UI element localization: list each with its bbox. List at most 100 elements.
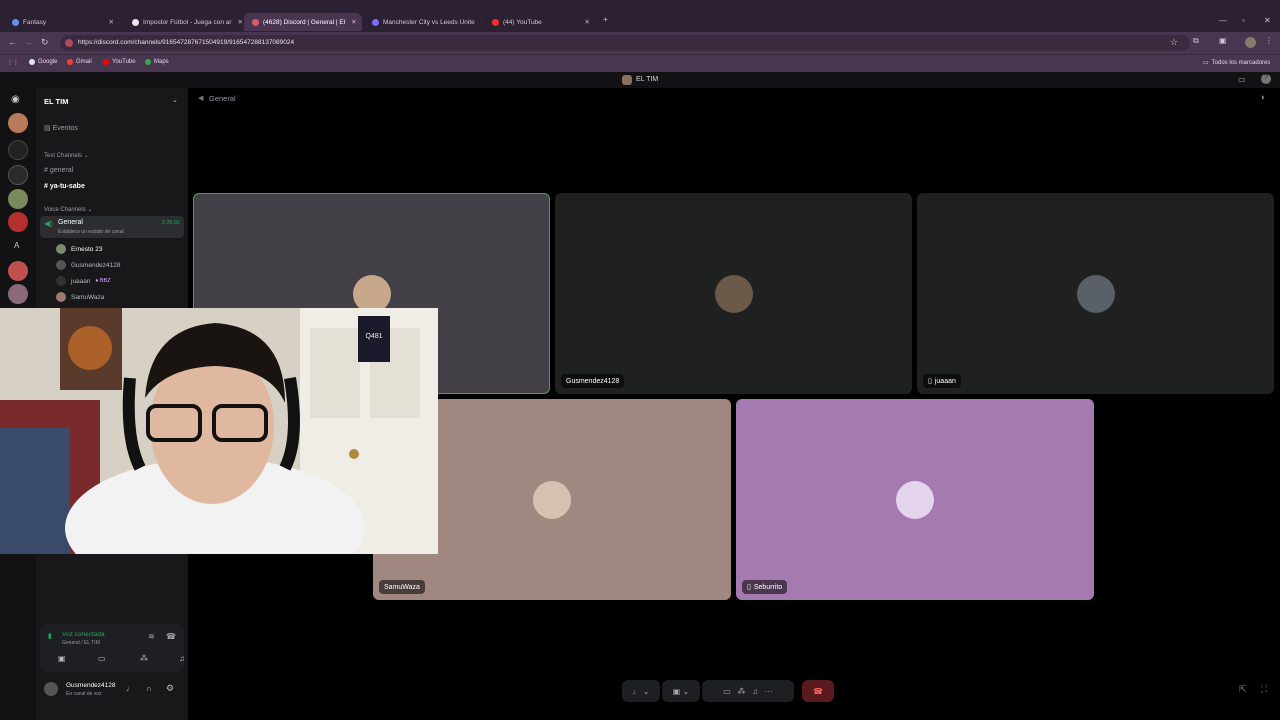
participant-tile[interactable]: ▯ Seburrito — [736, 399, 1094, 600]
maximize-icon[interactable]: ▫ — [1242, 16, 1245, 25]
bookmark-youtube[interactable]: YouTube — [103, 59, 136, 65]
browser-tab[interactable]: Impostor Fútbol - Juega con ar ✕ — [124, 13, 242, 31]
server-icon[interactable] — [8, 189, 28, 209]
site-icon — [65, 39, 73, 47]
user-status: En canal de voz — [66, 691, 102, 697]
close-window-icon[interactable]: ✕ — [1264, 16, 1271, 25]
participant-tile[interactable]: ▯ juaaan — [917, 193, 1274, 394]
close-tab-icon[interactable]: ✕ — [475, 18, 482, 26]
screen-share-icon[interactable]: ▭ — [723, 687, 731, 696]
close-tab-icon[interactable]: ✕ — [103, 18, 114, 26]
tab-label: (44) YouTube — [503, 18, 542, 26]
activities-icon[interactable]: ⁂ — [140, 654, 148, 663]
mute-button[interactable]: ♩ ⌄ — [622, 680, 660, 702]
server-icon[interactable] — [8, 113, 28, 133]
close-tab-icon[interactable]: ✕ — [579, 18, 590, 26]
screen-share-icon[interactable]: ▭ — [98, 654, 106, 663]
profile-avatar[interactable] — [1245, 37, 1256, 48]
activities-icon[interactable]: ⁂ — [737, 687, 745, 696]
tab-label: Manchester City vs Leeds Unite — [383, 18, 475, 26]
menu-icon[interactable]: ⋮ — [1265, 36, 1273, 45]
bookmark-star-icon[interactable]: ☆ — [1170, 37, 1178, 48]
user-name[interactable]: Gusmendez4128 — [66, 682, 116, 689]
participant-name: SamuWaza — [379, 580, 425, 594]
avatar[interactable] — [44, 682, 58, 696]
user-tag-text: BBZ — [99, 278, 111, 284]
youtube-icon — [103, 59, 109, 65]
participant-name-text: juaaan — [934, 377, 956, 385]
bookmark-gmail[interactable]: Gmail — [67, 59, 92, 65]
soundboard-icon[interactable]: ♫ — [179, 654, 185, 663]
events-item[interactable]: ▤ Eventos — [44, 124, 78, 132]
help-icon[interactable]: ? — [1261, 74, 1271, 84]
new-tab-icon[interactable]: + — [603, 15, 608, 24]
chevron-down-icon[interactable]: ⌄ — [172, 96, 178, 104]
channel-general[interactable]: # general — [44, 167, 73, 174]
category-text-channels[interactable]: Text Channels ⌄ — [44, 152, 89, 159]
browser-tab[interactable]: Fantasy ✕ — [4, 13, 122, 31]
browser-tab-bar: Fantasy ✕ Impostor Fútbol - Juega con ar… — [0, 0, 1280, 32]
apps-icon[interactable]: ⋮⋮ — [7, 59, 19, 66]
disconnect-icon[interactable]: ☎ — [166, 632, 176, 641]
close-tab-icon[interactable]: ✕ — [232, 18, 242, 26]
mobile-icon: ▯ — [928, 378, 932, 385]
server-icon[interactable] — [8, 212, 28, 232]
user-tag: ♦ BBZ — [95, 278, 111, 284]
channel-ya-tu-sabe[interactable]: # ya-tu-sabe — [44, 183, 85, 190]
bookmark-maps[interactable]: Maps — [145, 59, 169, 65]
reload-icon[interactable]: ↻ — [41, 37, 49, 48]
close-tab-icon[interactable]: ✕ — [345, 18, 356, 26]
browser-tab-active[interactable]: (4628) Discord | General | El ✕ — [244, 13, 362, 31]
camera-icon[interactable]: ▣ — [58, 654, 66, 663]
soundboard-icon[interactable]: ♫ — [752, 687, 758, 696]
discord-home-icon[interactable]: ◉ — [11, 94, 20, 105]
browser-tab[interactable]: (44) YouTube ✕ — [484, 13, 598, 31]
server-name[interactable]: EL TIM — [44, 97, 68, 106]
avatar — [56, 292, 66, 302]
camera-button[interactable]: ▣ ⌄ — [662, 680, 700, 702]
voice-user-name: juaaan — [71, 277, 91, 285]
fullscreen-icon[interactable]: ⛶ — [1261, 684, 1267, 695]
chat-icon[interactable]: ◗ — [1260, 92, 1265, 102]
activities-group[interactable]: ▭ ⁂ ♫ ··· — [702, 680, 794, 702]
voice-user-name: Gusmendez4128 — [71, 261, 121, 269]
forward-icon[interactable]: → — [24, 37, 33, 47]
category-voice-channels[interactable]: Voice Channels ⌄ — [44, 206, 92, 213]
bookmark-label: Maps — [154, 59, 169, 65]
server-icon[interactable] — [8, 140, 28, 160]
browser-tab[interactable]: Manchester City vs Leeds Unite ✕ — [364, 13, 482, 31]
disconnect-button[interactable]: ☎ — [802, 680, 834, 702]
server-initial-icon[interactable]: A — [14, 241, 19, 250]
bookmark-google[interactable]: Google — [29, 59, 57, 65]
voice-connected-sub[interactable]: General / EL TIM — [62, 640, 100, 646]
voice-user[interactable]: juaaan ♦ BBZ — [56, 276, 111, 286]
participant-tile[interactable]: Gusmendez4128 — [555, 193, 912, 394]
voice-channel-general[interactable]: ◀) General 3:26:02 Establece un estado d… — [40, 216, 184, 238]
voice-user[interactable]: Gusmendez4128 — [56, 260, 121, 270]
microphone-icon[interactable]: ♩ — [126, 684, 134, 693]
headphones-icon[interactable]: ∩ — [146, 684, 152, 693]
maps-icon — [145, 59, 151, 65]
tab-label: Impostor Fútbol - Juega con ar — [143, 18, 232, 26]
sidepanel-icon[interactable]: ▣ — [1219, 36, 1227, 45]
voice-user[interactable]: Ernesto 23 — [56, 244, 102, 254]
server-icon[interactable] — [8, 284, 28, 304]
voice-user[interactable]: SamuWaza — [56, 292, 104, 302]
server-icon[interactable] — [8, 165, 28, 185]
inbox-icon[interactable]: ▭ — [1238, 75, 1246, 84]
tab-favicon-icon — [252, 18, 259, 26]
signal-icon: ▮ — [48, 633, 52, 640]
all-bookmarks[interactable]: ▭ Todos los marcadores — [1203, 59, 1270, 67]
more-icon[interactable]: ··· — [765, 687, 773, 696]
voice-channel-status[interactable]: Establece un estado de canal — [58, 229, 124, 235]
popout-icon[interactable]: ⇱ — [1239, 684, 1247, 695]
avatar — [714, 274, 753, 313]
user-panel: Gusmendez4128 En canal de voz ♩ ∩ ⚙ — [40, 678, 184, 702]
settings-gear-icon[interactable]: ⚙ — [166, 683, 174, 694]
back-icon[interactable]: ← — [8, 37, 17, 47]
extensions-icon[interactable]: ⧉ — [1193, 36, 1199, 46]
minimize-icon[interactable]: — — [1219, 16, 1227, 25]
server-icon[interactable] — [8, 261, 28, 281]
noise-suppression-icon[interactable]: ≋ — [148, 632, 155, 641]
url-field[interactable]: https://discord.com/channels/91654728767… — [60, 35, 1190, 51]
